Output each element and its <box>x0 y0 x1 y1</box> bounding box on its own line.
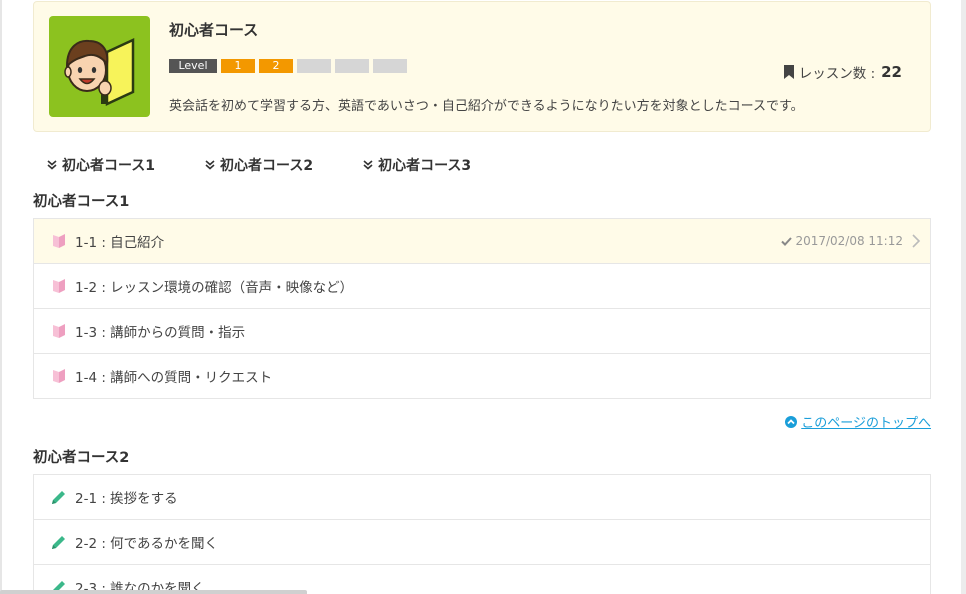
section-heading-2: 初心者コース2 <box>33 450 130 466</box>
right-scrollbar-track[interactable] <box>961 0 966 594</box>
book-icon <box>49 366 69 386</box>
level-indicator: Level 1 2 <box>169 58 407 73</box>
lesson-row[interactable]: 2-1 : 挨拶をする <box>34 475 930 520</box>
circle-chevron-up-icon <box>785 415 798 428</box>
double-chevron-down-icon <box>47 160 57 170</box>
lesson-row[interactable]: 2-2 : 何であるかを聞く <box>34 520 930 565</box>
lesson-list-section-2: 2-1 : 挨拶をする 2-2 : 何であるかを聞く 2-3 : 誰なのかを聞く <box>33 474 931 594</box>
double-chevron-down-icon <box>205 160 215 170</box>
jump-link-label: 初心者コース3 <box>378 158 472 174</box>
pencil-icon <box>49 532 69 552</box>
lesson-label: 2-2 : 何であるかを聞く <box>75 536 219 552</box>
pencil-icon <box>49 487 69 507</box>
jump-link-label: 初心者コース1 <box>62 158 156 174</box>
course-avatar <box>49 16 150 117</box>
level-box-2: 2 <box>259 58 293 73</box>
lesson-row[interactable]: 1-2 : レッスン環境の確認（音声・映像など） <box>34 264 930 309</box>
lesson-row[interactable]: 1-3 : 講師からの質問・指示 <box>34 309 930 354</box>
lesson-label: 1-2 : レッスン環境の確認（音声・映像など） <box>75 280 354 296</box>
checkmark-icon <box>781 236 793 246</box>
jump-link-section-1[interactable]: 初心者コース1 <box>47 155 155 175</box>
lesson-count: レッスン数 : 22 <box>783 62 902 82</box>
course-card: 初心者コース Level 1 2 レッスン数 : 22 英会話を初めて学習する方… <box>33 1 931 132</box>
level-box-4 <box>335 58 369 73</box>
book-icon <box>49 231 69 251</box>
level-box-5 <box>373 58 407 73</box>
lesson-list-section-1: 1-1 : 自己紹介 2017/02/08 11:12 1-2 : レッスン環境… <box>33 218 931 399</box>
book-icon <box>49 276 69 296</box>
lesson-row[interactable]: 1-4 : 講師への質問・リクエスト <box>34 354 930 399</box>
chevron-right-icon <box>912 234 921 248</box>
level-box-1: 1 <box>221 58 255 73</box>
lesson-label: 1-3 : 講師からの質問・指示 <box>75 325 246 341</box>
section-heading-1: 初心者コース1 <box>33 194 130 210</box>
completion-info: 2017/02/08 11:12 <box>781 234 903 248</box>
lesson-label: 1-4 : 講師への質問・リクエスト <box>75 370 273 386</box>
course-title: 初心者コース <box>169 21 259 39</box>
course-description: 英会話を初めて学習する方、英語であいさつ・自己紹介ができるようになりたい方を対象… <box>169 99 804 114</box>
completion-date: 2017/02/08 11:12 <box>795 234 903 248</box>
lesson-count-value: 22 <box>881 63 902 81</box>
teacher-with-book-icon <box>64 38 135 106</box>
back-to-top-label: このページのトップへ <box>801 416 931 431</box>
lesson-row[interactable]: 1-1 : 自己紹介 2017/02/08 11:12 <box>34 219 930 264</box>
back-to-top-link[interactable]: このページのトップへ <box>785 412 931 431</box>
level-box-3 <box>297 58 331 73</box>
lesson-count-label: レッスン数 : <box>798 66 876 82</box>
jump-link-label: 初心者コース2 <box>220 158 314 174</box>
double-chevron-down-icon <box>363 160 373 170</box>
lesson-label: 1-1 : 自己紹介 <box>75 235 165 251</box>
horizontal-scrollbar[interactable] <box>0 590 307 594</box>
lesson-label: 2-1 : 挨拶をする <box>75 491 178 507</box>
left-frame-edge <box>0 0 2 594</box>
jump-link-section-2[interactable]: 初心者コース2 <box>205 155 313 175</box>
section-jump-links: 初心者コース1 初心者コース2 初心者コース3 <box>47 155 521 175</box>
bookmark-icon <box>783 65 794 79</box>
book-icon <box>49 321 69 341</box>
jump-link-section-3[interactable]: 初心者コース3 <box>363 155 471 175</box>
level-label: Level <box>169 58 217 73</box>
